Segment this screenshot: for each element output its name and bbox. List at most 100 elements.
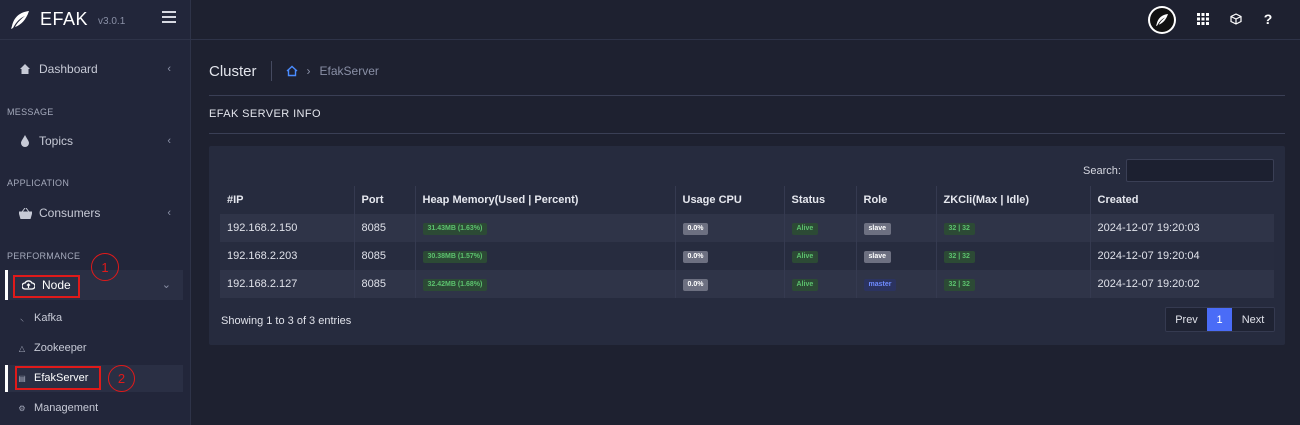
page-1-button[interactable]: 1 — [1207, 308, 1232, 331]
cell-heap: 31.43MB (1.63%) — [415, 214, 676, 242]
cell-port: 8085 — [354, 270, 416, 298]
chevron-down-icon: ⌄ — [161, 279, 171, 291]
section-title: EFAK SERVER INFO — [209, 108, 321, 120]
droplet-icon — [18, 134, 32, 148]
column-header-created[interactable]: Created — [1090, 186, 1274, 214]
sidebar-item-topics[interactable]: Topics ‹ — [5, 126, 183, 156]
cell-status: Alive — [784, 242, 857, 270]
search-input[interactable] — [1126, 159, 1274, 182]
entries-info: Showing 1 to 3 of 3 entries — [221, 315, 352, 327]
table-row: 192.168.2.203 8085 30.38MB (1.57%) 0.0% … — [220, 242, 1274, 270]
cell-ip: 192.168.2.150 — [220, 214, 355, 242]
cell-role: slave — [856, 214, 937, 242]
status-badge: Alive — [791, 279, 819, 291]
sidebar-subitem-label: Management — [34, 402, 99, 414]
sidebar-item-label: Consumers — [39, 206, 101, 220]
annotation-box-efakserver — [15, 366, 101, 390]
cell-heap: 30.38MB (1.57%) — [415, 242, 676, 270]
breadcrumb-current: EfakServer — [319, 64, 379, 78]
cell-ip: 192.168.2.127 — [220, 270, 355, 298]
cell-heap: 32.42MB (1.68%) — [415, 270, 676, 298]
basket-icon — [18, 206, 32, 220]
status-badge: Alive — [791, 251, 819, 263]
chevron-right-icon: › — [306, 64, 311, 78]
search-label: Search: — [1083, 165, 1121, 177]
sidebar-subitem-label: Zookeeper — [34, 342, 87, 354]
cell-created: 2024-12-07 19:20:02 — [1090, 270, 1274, 298]
cell-zkcli: 32 | 32 — [936, 270, 1091, 298]
kafka-icon: ⸜ — [20, 313, 24, 323]
column-header-zkcli[interactable]: ZKCli(Max | Idle) — [936, 186, 1091, 214]
heap-badge: 32.42MB (1.68%) — [422, 279, 488, 291]
cell-zkcli: 32 | 32 — [936, 214, 1091, 242]
column-header-ip[interactable]: #IP — [220, 186, 355, 214]
gear-icon: ⚙ — [18, 403, 26, 413]
section-label-application: APPLICATION — [7, 178, 70, 188]
cell-cpu: 0.0% — [675, 242, 785, 270]
apps-grid-icon[interactable] — [1195, 11, 1211, 27]
zkcli-badge: 32 | 32 — [943, 251, 975, 263]
divider — [209, 95, 1285, 96]
cell-port: 8085 — [354, 214, 416, 242]
column-header-role[interactable]: Role — [856, 186, 937, 214]
section-label-performance: PERFORMANCE — [7, 251, 81, 261]
chevron-left-icon: ‹ — [167, 207, 171, 219]
annotation-circle-2: 2 — [108, 365, 135, 392]
role-badge: slave — [863, 223, 892, 235]
sidebar-subitem-kafka[interactable]: ⸜ Kafka — [17, 312, 62, 324]
sidebar-subitem-zookeeper[interactable]: △ Zookeeper — [17, 342, 87, 354]
cube-icon[interactable] — [1228, 11, 1244, 27]
server-table: #IP Port Heap Memory(Used | Percent) Usa… — [220, 186, 1274, 298]
cell-status: Alive — [784, 270, 857, 298]
cell-role: slave — [856, 242, 937, 270]
avatar-icon[interactable] — [1148, 6, 1176, 34]
section-label-message: MESSAGE — [7, 107, 54, 117]
next-page-button[interactable]: Next — [1232, 308, 1274, 331]
feather-logo-icon — [11, 10, 29, 29]
status-badge: Alive — [791, 223, 819, 235]
cell-ip: 192.168.2.203 — [220, 242, 355, 270]
cell-status: Alive — [784, 214, 857, 242]
sidebar-item-label: Topics — [39, 134, 74, 148]
column-header-port[interactable]: Port — [354, 186, 416, 214]
sidebar: EFAK v3.0.1 Dashboard ‹ MESSAGE Topics ‹… — [0, 0, 191, 425]
cell-created: 2024-12-07 19:20:04 — [1090, 242, 1274, 270]
prev-page-button[interactable]: Prev — [1166, 308, 1207, 331]
heap-badge: 30.38MB (1.57%) — [422, 251, 488, 263]
table-row: 192.168.2.150 8085 31.43MB (1.63%) 0.0% … — [220, 214, 1274, 242]
table-header-row: #IP Port Heap Memory(Used | Percent) Usa… — [220, 186, 1274, 214]
breadcrumb-divider — [270, 61, 272, 81]
help-icon[interactable]: ? — [1260, 11, 1276, 27]
brand-version: v3.0.1 — [98, 16, 126, 27]
cell-role: master — [856, 270, 937, 298]
sidebar-subitem-management[interactable]: ⚙ Management — [17, 402, 98, 414]
cell-port: 8085 — [354, 242, 416, 270]
cpu-badge: 0.0% — [682, 279, 709, 291]
annotation-circle-1: 1 — [91, 253, 119, 281]
table-row: 192.168.2.127 8085 32.42MB (1.68%) 0.0% … — [220, 270, 1274, 298]
sidebar-item-dashboard[interactable]: Dashboard ‹ — [5, 54, 183, 84]
chevron-left-icon: ‹ — [167, 63, 171, 75]
pagination: Prev 1 Next — [1165, 307, 1275, 332]
breadcrumb: Cluster › EfakServer — [209, 60, 379, 82]
cpu-badge: 0.0% — [682, 251, 709, 263]
topbar: ? — [191, 0, 1300, 40]
role-badge: slave — [863, 251, 892, 263]
column-header-cpu[interactable]: Usage CPU — [675, 186, 785, 214]
cell-zkcli: 32 | 32 — [936, 242, 1091, 270]
role-badge: master — [863, 279, 897, 291]
column-header-status[interactable]: Status — [784, 186, 857, 214]
annotation-box-node — [13, 275, 80, 298]
zookeeper-icon: △ — [18, 343, 26, 353]
heap-badge: 31.43MB (1.63%) — [422, 223, 488, 235]
column-header-heap[interactable]: Heap Memory(Used | Percent) — [415, 186, 676, 214]
zkcli-badge: 32 | 32 — [943, 279, 975, 291]
chevron-left-icon: ‹ — [167, 135, 171, 147]
home-icon — [18, 62, 32, 76]
sidebar-item-label: Dashboard — [39, 62, 98, 76]
brand-name: EFAK — [40, 9, 89, 29]
menu-toggle-icon[interactable] — [162, 11, 176, 23]
home-icon[interactable] — [286, 65, 298, 77]
cpu-badge: 0.0% — [682, 223, 709, 235]
sidebar-item-consumers[interactable]: Consumers ‹ — [5, 198, 183, 228]
